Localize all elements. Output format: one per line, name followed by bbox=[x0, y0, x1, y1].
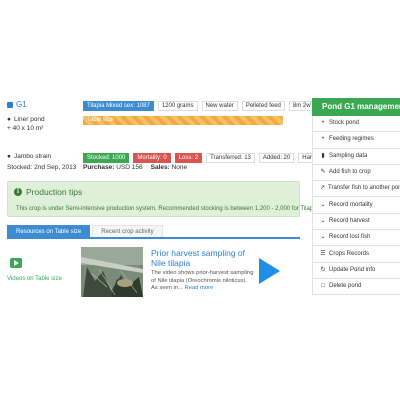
pond-header: G1 bbox=[7, 100, 27, 109]
growth-progress-bar: Table size bbox=[83, 116, 283, 125]
strain-row: ● Jambo strain bbox=[7, 153, 51, 160]
plus-icon: + bbox=[321, 136, 325, 143]
pencil-icon: ✎ bbox=[320, 169, 326, 176]
stocked-badge: Stocked: 1000 bbox=[83, 153, 130, 163]
added-badge: Added: 20 bbox=[258, 153, 295, 163]
pond-size: + 40 x 10 m² bbox=[7, 125, 43, 132]
sidebar-item-record-harvest[interactable]: ⌄ Record harvest bbox=[312, 213, 400, 231]
sidebar-item-label: Crops Records bbox=[329, 250, 370, 257]
videos-section-label[interactable]: Videos on Table size bbox=[7, 276, 62, 282]
stocked-date: Stocked: 2nd Sep, 2013 bbox=[7, 164, 77, 171]
sidebar-item-stock-pond[interactable]: + Stock pond bbox=[312, 116, 400, 133]
video-thumbnail[interactable] bbox=[81, 247, 143, 297]
video-icon[interactable] bbox=[10, 258, 22, 268]
sidebar-item-record-lost-fish[interactable]: ⌄ Record lost fish bbox=[312, 230, 400, 247]
purchase-info: Purchase: USD 156 bbox=[83, 164, 143, 171]
stock-badges: Stocked: 1000 Mortality: 0 Loss: 2 Trans… bbox=[83, 153, 347, 163]
sidebar-item-label: Add fish to crop bbox=[329, 169, 371, 176]
video-description: The video shows prior-harvest sampling o… bbox=[151, 270, 254, 293]
sidebar-item-label: Record harvest bbox=[329, 217, 370, 224]
production-tips-box: i Production tips This crop is under Sem… bbox=[7, 181, 318, 217]
strain-label: Jambo strain bbox=[13, 153, 52, 160]
list-icon: ☰ bbox=[320, 250, 326, 257]
water-tag: New water bbox=[201, 101, 238, 111]
sidebar-item-label: Record mortality bbox=[329, 201, 373, 208]
share-icon: ↗ bbox=[320, 185, 326, 192]
purchase-label: Purchase: bbox=[83, 164, 115, 171]
pond-size-label: 40 x 10 m² bbox=[12, 125, 44, 132]
feed-tag: Pelleted feed bbox=[241, 101, 285, 111]
tips-title-text: Production tips bbox=[26, 187, 83, 197]
pond-tags: Tilapia Mixed sex: 1087 1200 grams New w… bbox=[83, 101, 323, 111]
chevron-down-icon: ⌄ bbox=[320, 234, 326, 241]
refresh-icon: ↻ bbox=[320, 266, 326, 273]
pond-management-sidebar: Pond G1 management + Stock pond + Feeding … bbox=[312, 98, 400, 296]
read-more-link[interactable]: Read more bbox=[185, 285, 214, 291]
sales-info: Sales: None bbox=[151, 164, 188, 171]
fish-icon: ● bbox=[7, 153, 11, 160]
sidebar-header: Pond G1 management bbox=[312, 98, 400, 116]
pond-name[interactable]: G1 bbox=[16, 100, 27, 109]
mortality-badge: Mortality: 0 bbox=[133, 153, 171, 163]
sidebar-item-label: Feeding regimes bbox=[329, 136, 374, 143]
sidebar-item-delete-pond[interactable]: □ Delete pond bbox=[312, 278, 400, 296]
sidebar-item-label: Update Pond info bbox=[329, 266, 376, 273]
progress-fill: Table size bbox=[83, 116, 283, 125]
sidebar-item-label: Stock pond bbox=[329, 120, 360, 127]
trash-icon: □ bbox=[321, 283, 325, 290]
pond-type-label: Liner pond bbox=[13, 116, 45, 123]
chevron-down-icon: ⌄ bbox=[320, 201, 326, 208]
info-icon: i bbox=[14, 188, 22, 196]
sidebar-item-label: Sampling data bbox=[329, 152, 368, 159]
purchase-value: USD 156 bbox=[116, 164, 143, 171]
sidebar-item-label: Delete pond bbox=[329, 283, 362, 290]
sidebar-item-feeding-regimes[interactable]: + Feeding regimes bbox=[312, 132, 400, 149]
resource-tabs: Resources on Table size Recent crop acti… bbox=[7, 225, 300, 239]
species-tag: Tilapia Mixed sex: 1087 bbox=[83, 101, 154, 111]
sidebar-title: Pond G1 management bbox=[322, 102, 400, 111]
sidebar-item-update-pond[interactable]: ↻ Update Pond info bbox=[312, 262, 400, 279]
sidebar-item-label: Record lost fish bbox=[329, 234, 371, 241]
sales-value: None bbox=[171, 164, 188, 171]
video-title-link[interactable]: Prior harvest sampling of Nile tilapia bbox=[151, 248, 256, 268]
tab-resources[interactable]: Resources on Table size bbox=[7, 225, 91, 237]
tips-title: i Production tips bbox=[14, 187, 82, 197]
tab-recent-activity[interactable]: Recent crop activity bbox=[92, 225, 163, 237]
weight-tag: 1200 grams bbox=[157, 101, 198, 111]
sales-label: Sales: bbox=[150, 164, 170, 171]
sidebar-item-label: Transfer fish to another pond bbox=[328, 185, 400, 192]
play-icon[interactable] bbox=[259, 258, 280, 284]
sidebar-item-sampling-data[interactable]: ▮ Sampling data bbox=[312, 148, 400, 165]
pond-type: ● Liner pond bbox=[7, 116, 45, 123]
plus-icon: + bbox=[321, 120, 325, 127]
sidebar-item-crops-records[interactable]: ☰ Crops Records bbox=[312, 246, 400, 263]
tag-icon: ● bbox=[7, 116, 11, 123]
transferred-badge: Transferred: 13 bbox=[206, 153, 255, 163]
sidebar-item-record-mortality[interactable]: ⌄ Record mortality bbox=[312, 197, 400, 214]
thumbnail-image bbox=[81, 247, 143, 297]
chevron-down-icon: ⌄ bbox=[320, 217, 326, 224]
bar-chart-icon: ▮ bbox=[321, 152, 325, 159]
pond-icon bbox=[7, 101, 13, 108]
loss-badge: Loss: 2 bbox=[174, 153, 203, 163]
purchase-sales-row: Purchase: USD 156 Sales: None bbox=[83, 164, 187, 171]
sidebar-item-add-fish[interactable]: ✎ Add fish to crop bbox=[312, 164, 400, 182]
tips-text: This crop is under Semi-intensive produc… bbox=[16, 206, 318, 212]
sidebar-item-transfer-fish[interactable]: ↗ Transfer fish to another pond bbox=[312, 181, 400, 198]
